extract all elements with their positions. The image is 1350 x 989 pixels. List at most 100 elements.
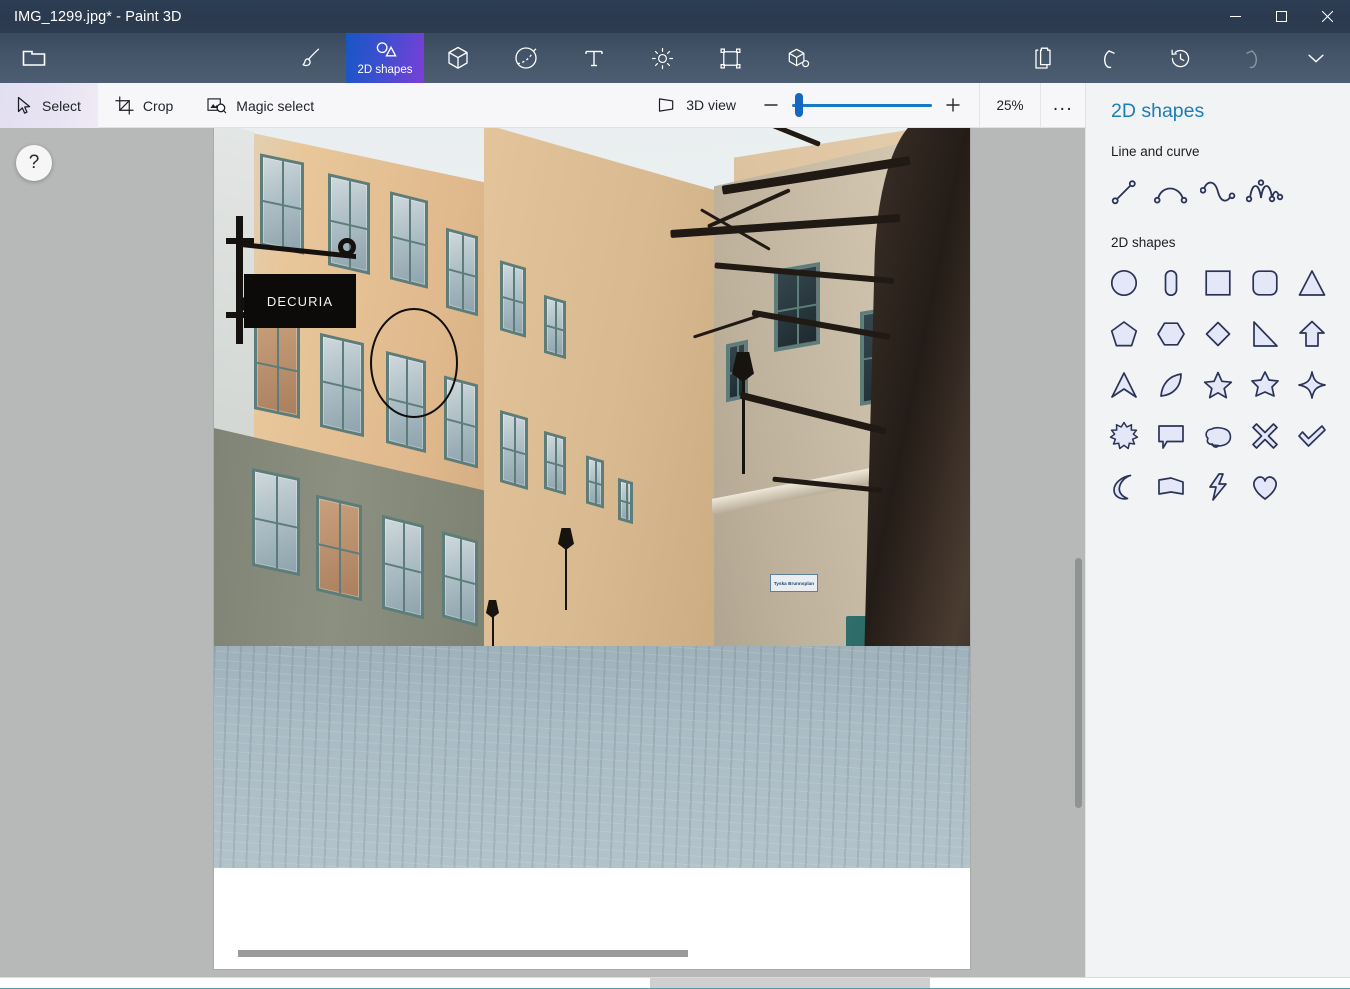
section-label-2d-shapes: 2D shapes <box>1086 214 1350 250</box>
zoom-out-button[interactable] <box>753 83 789 128</box>
shape-rounded-oval[interactable] <box>1147 260 1194 305</box>
tool-text[interactable] <box>560 33 628 83</box>
sub-toolbar: Select Crop Ma <box>0 83 1085 128</box>
line-and-curve-grid <box>1086 159 1350 214</box>
shape-thought-bubble[interactable] <box>1194 413 1241 458</box>
canvas-workspace[interactable]: ? <box>0 128 1085 977</box>
canvas-artboard[interactable]: Tyska Brunnsplan <box>214 128 970 969</box>
zoom-controls: 3D view 25% ... <box>642 83 1085 127</box>
cursor-arrow-icon <box>16 96 33 115</box>
canvas-horizontal-scroll-thumb[interactable] <box>238 950 688 957</box>
tool-2d-shapes-label: 2D shapes <box>358 64 413 76</box>
window <box>544 295 566 359</box>
starburst-icon <box>1109 421 1139 451</box>
3d-view-icon <box>658 97 677 113</box>
2d-shapes-grid <box>1086 250 1350 509</box>
shape-line[interactable] <box>1100 169 1147 214</box>
hexagon-icon <box>1156 319 1186 349</box>
shape-cross[interactable] <box>1242 413 1289 458</box>
zoom-slider-thumb[interactable] <box>795 93 803 117</box>
thought-bubble-icon <box>1203 421 1233 451</box>
shape-curve-triple[interactable] <box>1242 169 1289 214</box>
2d-shapes-icon <box>374 41 397 62</box>
shop-sign-text: DECURIA <box>267 294 333 309</box>
more-options-button[interactable]: ... <box>1041 83 1085 128</box>
window-title: IMG_1299.jpg* - Paint 3D <box>14 9 182 25</box>
minimize-button[interactable] <box>1212 0 1258 33</box>
shape-curve-single[interactable] <box>1147 169 1194 214</box>
magic-select-button[interactable]: Magic select <box>190 83 331 128</box>
star-5-icon <box>1203 370 1233 400</box>
window <box>252 468 300 576</box>
canvas-vertical-scrollbar[interactable] <box>1075 558 1082 808</box>
history-button[interactable] <box>1146 33 1214 83</box>
zoom-percent-label: 25% <box>979 83 1041 128</box>
tool-stickers[interactable] <box>492 33 560 83</box>
view-3d-button[interactable]: 3D view <box>642 83 753 128</box>
shapes-grid-empty <box>1289 464 1336 509</box>
expand-toolbar-button[interactable] <box>1282 33 1350 83</box>
drawn-ellipse-annotation[interactable] <box>370 308 458 418</box>
sparkle-icon <box>1297 370 1327 400</box>
shape-triangle[interactable] <box>1289 260 1336 305</box>
clipboard-icon <box>1034 47 1055 70</box>
shape-hexagon[interactable] <box>1147 311 1194 356</box>
window <box>382 515 424 619</box>
zoom-slider-track <box>792 104 932 107</box>
help-button[interactable]: ? <box>16 145 52 181</box>
tool-canvas[interactable] <box>696 33 764 83</box>
canvas-image[interactable]: Tyska Brunnsplan <box>214 128 970 868</box>
tool-3d-library[interactable] <box>764 33 832 83</box>
sun-icon <box>651 47 674 70</box>
shape-banner[interactable] <box>1147 464 1194 509</box>
shape-moon[interactable] <box>1100 464 1147 509</box>
canvas-horizontal-scrollbar[interactable] <box>238 950 952 957</box>
tool-3d-shapes[interactable] <box>424 33 492 83</box>
undo-button[interactable] <box>1078 33 1146 83</box>
shape-arrow-up[interactable] <box>1289 311 1336 356</box>
window <box>446 228 478 317</box>
zoom-slider[interactable] <box>789 83 935 128</box>
shape-diamond[interactable] <box>1194 311 1241 356</box>
shape-rounded-square[interactable] <box>1242 260 1289 305</box>
shape-sparkle[interactable] <box>1289 362 1336 407</box>
menu-button[interactable] <box>0 33 68 83</box>
shape-circle[interactable] <box>1100 260 1147 305</box>
redo-button[interactable] <box>1214 33 1282 83</box>
window <box>544 431 566 495</box>
shape-curve-double[interactable] <box>1194 169 1241 214</box>
shape-heart[interactable] <box>1242 464 1289 509</box>
shape-right-triangle[interactable] <box>1242 311 1289 356</box>
paste-button[interactable] <box>1010 33 1078 83</box>
close-button[interactable] <box>1304 0 1350 33</box>
shape-speech-bubble[interactable] <box>1147 413 1194 458</box>
window <box>442 531 478 627</box>
maximize-button[interactable] <box>1258 0 1304 33</box>
quarter-pie-icon <box>1156 370 1186 400</box>
shape-star-6[interactable] <box>1242 362 1289 407</box>
tool-2d-shapes[interactable]: 2D shapes <box>346 33 424 83</box>
zoom-in-button[interactable] <box>935 83 971 128</box>
line-and-curve-empty <box>1289 169 1336 214</box>
tool-effects[interactable] <box>628 33 696 83</box>
shape-star-5[interactable] <box>1194 362 1241 407</box>
crop-tool-button[interactable]: Crop <box>98 83 190 128</box>
magic-select-icon <box>207 97 227 115</box>
shape-square[interactable] <box>1194 260 1241 305</box>
window <box>390 191 428 288</box>
shape-check[interactable] <box>1289 413 1336 458</box>
section-label-line-and-curve: Line and curve <box>1086 123 1350 159</box>
curve-double-icon <box>1200 178 1236 206</box>
shape-chevron[interactable] <box>1100 362 1147 407</box>
title-bar: IMG_1299.jpg* - Paint 3D <box>0 0 1350 33</box>
select-tool-button[interactable]: Select <box>0 83 98 128</box>
sticker-icon <box>514 46 538 70</box>
shape-quarter-pie[interactable] <box>1147 362 1194 407</box>
canvas-frame-icon <box>719 47 742 70</box>
moon-icon <box>1109 472 1139 502</box>
shape-lightning[interactable] <box>1194 464 1241 509</box>
shape-pentagon[interactable] <box>1100 311 1147 356</box>
tool-art-tools[interactable] <box>278 33 346 83</box>
capsule-icon <box>1156 268 1186 298</box>
shape-starburst[interactable] <box>1100 413 1147 458</box>
